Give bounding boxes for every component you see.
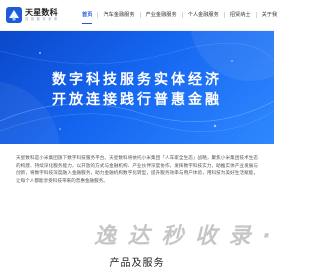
section-title-products: 产品及服务 xyxy=(109,258,165,269)
nav-item-about[interactable]: 关于我 xyxy=(262,0,278,30)
nav-item-careers[interactable]: 招贤纳士 xyxy=(230,0,251,30)
nav-divider xyxy=(181,12,183,18)
nav-item-industry-finance[interactable]: 产业金融服务 xyxy=(146,0,177,30)
logo-icon xyxy=(6,7,22,23)
brand-name: 天星数科 xyxy=(25,7,58,17)
hero-banner: 数字科技服务实体经济 开放连接践行普惠金融 xyxy=(0,31,274,144)
nav-divider xyxy=(139,12,141,18)
company-intro: 天星数科是小米集团旗下数字科技服务平台。天星数科将依托小米集团「人车家全生态」战… xyxy=(16,156,258,184)
hero-subheadline: 开放连接践行普惠金融 xyxy=(52,92,222,108)
nav-divider xyxy=(223,12,225,18)
nav-item-home[interactable]: 首页 xyxy=(82,0,93,30)
hero-headline: 数字科技服务实体经济 xyxy=(52,72,222,88)
nav-divider xyxy=(255,12,257,18)
nav-item-personal-finance[interactable]: 个人金融服务 xyxy=(188,0,219,30)
top-header: 天星数科 共 创 数 字 未 来 首页 汽车金融服务 产业金融服务 个人金融服务… xyxy=(0,0,277,31)
main-nav: 首页 汽车金融服务 产业金融服务 个人金融服务 招贤纳士 关于我 xyxy=(82,0,277,30)
brand-slogan: 共 创 数 字 未 来 xyxy=(25,16,58,21)
nav-divider xyxy=(97,12,99,18)
watermark-text: 逸 达 秒 收 录 · 秒 xyxy=(94,224,274,249)
nav-item-auto-finance[interactable]: 汽车金融服务 xyxy=(103,0,134,30)
brand-logo[interactable]: 天星数科 共 创 数 字 未 来 xyxy=(6,5,58,25)
